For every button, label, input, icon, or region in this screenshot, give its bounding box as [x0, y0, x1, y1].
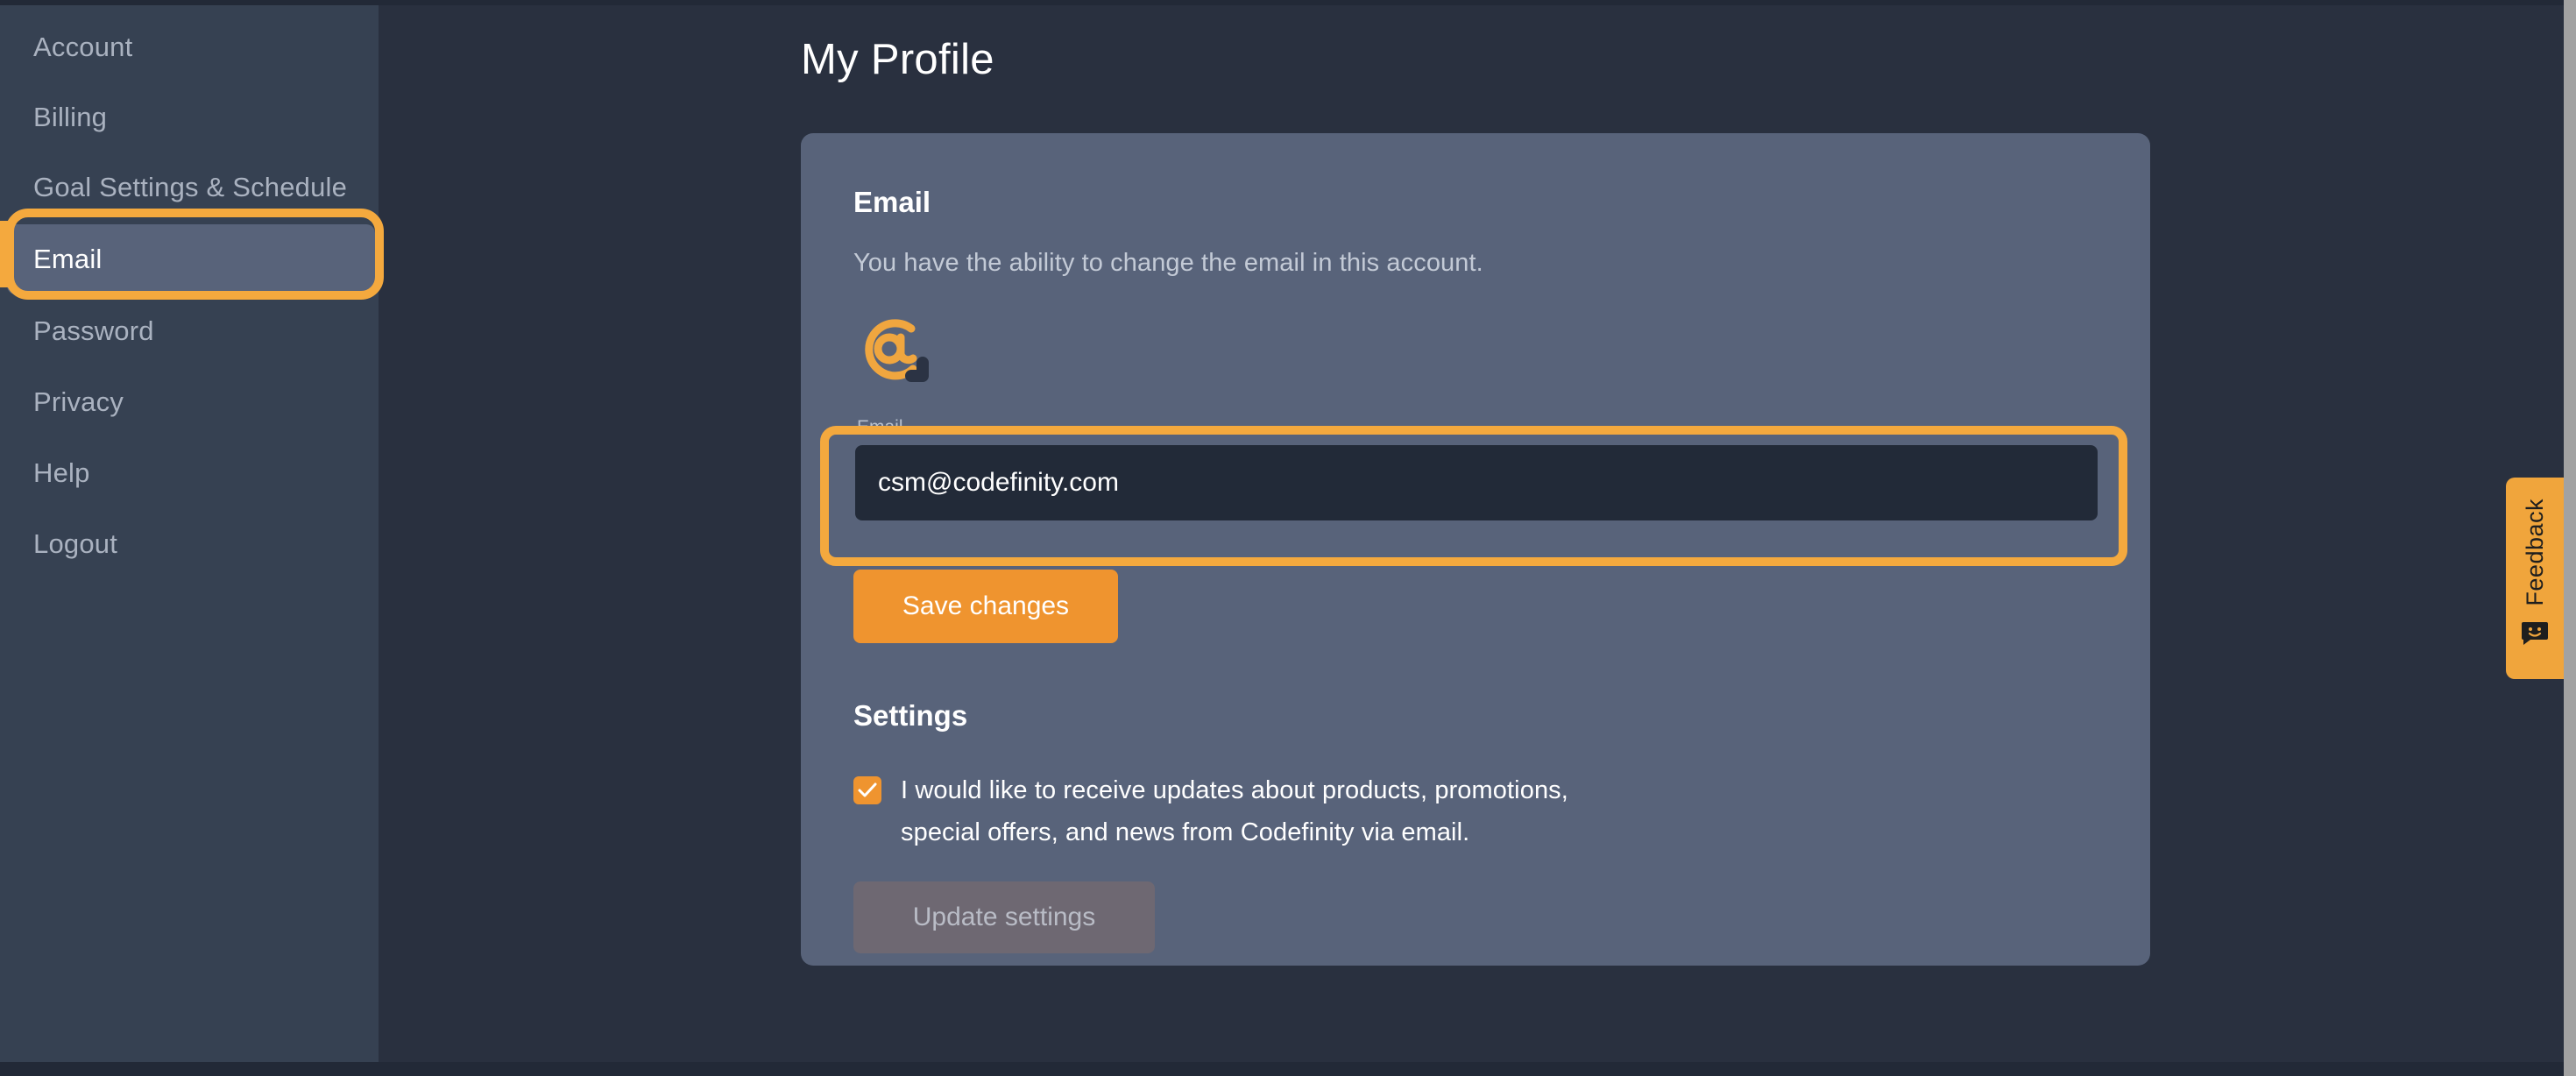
sidebar-item-help[interactable]: Help: [7, 438, 375, 508]
card-title: Email: [853, 186, 931, 219]
top-strip: [0, 0, 2576, 5]
settings-section-title: Settings: [853, 699, 967, 733]
sidebar-item-label: Logout: [33, 528, 117, 560]
at-sign-icon: [850, 308, 946, 396]
page-title: My Profile: [801, 35, 994, 84]
vertical-scrollbar[interactable]: [2564, 0, 2576, 1076]
smiley-speech-bubble-icon: [2521, 620, 2549, 651]
email-field-group: Email: [845, 417, 2106, 533]
feedback-tab-label: Feedback: [2522, 499, 2549, 606]
sidebar-item-email[interactable]: Email: [7, 224, 375, 294]
check-icon: [857, 781, 878, 800]
sidebar-item-label: Help: [33, 457, 90, 489]
card-subtitle: You have the ability to change the email…: [853, 249, 1483, 278]
marketing-optin-checkbox[interactable]: [853, 776, 881, 804]
marketing-optin-label: I would like to receive updates about pr…: [901, 769, 1568, 853]
update-settings-button[interactable]: Update settings: [853, 881, 1155, 953]
app-root: Account Billing Goal Settings & Schedule…: [0, 0, 2576, 1076]
sidebar-item-goal-settings-schedule[interactable]: Goal Settings & Schedule: [7, 152, 375, 223]
sidebar-item-password[interactable]: Password: [7, 296, 375, 366]
marketing-optin-row: I would like to receive updates about pr…: [853, 769, 1905, 853]
sidebar-item-label: Email: [33, 244, 103, 275]
sidebar-item-label: Billing: [33, 102, 107, 133]
sidebar-active-edge-marker: [0, 221, 12, 287]
sidebar-item-privacy[interactable]: Privacy: [7, 367, 375, 437]
email-settings-card: Email You have the ability to change the…: [801, 133, 2150, 966]
email-field-label: Email: [857, 417, 903, 438]
email-input[interactable]: [855, 445, 2098, 520]
sidebar-item-label: Privacy: [33, 386, 124, 418]
sidebar: Account Billing Goal Settings & Schedule…: [0, 5, 379, 1062]
bottom-strip: [0, 1062, 2576, 1076]
sidebar-item-billing[interactable]: Billing: [7, 82, 375, 152]
sidebar-item-label: Goal Settings & Schedule: [33, 172, 347, 203]
marketing-optin-label-line2: special offers, and news from Codefinity…: [901, 818, 1469, 846]
sidebar-item-account[interactable]: Account: [7, 12, 375, 82]
sidebar-item-label: Account: [33, 32, 132, 63]
sidebar-item-label: Password: [33, 315, 154, 347]
feedback-tab[interactable]: Feedback: [2506, 478, 2564, 679]
sidebar-item-logout[interactable]: Logout: [7, 509, 375, 579]
save-changes-button[interactable]: Save changes: [853, 570, 1118, 643]
marketing-optin-label-line1: I would like to receive updates about pr…: [901, 776, 1568, 804]
